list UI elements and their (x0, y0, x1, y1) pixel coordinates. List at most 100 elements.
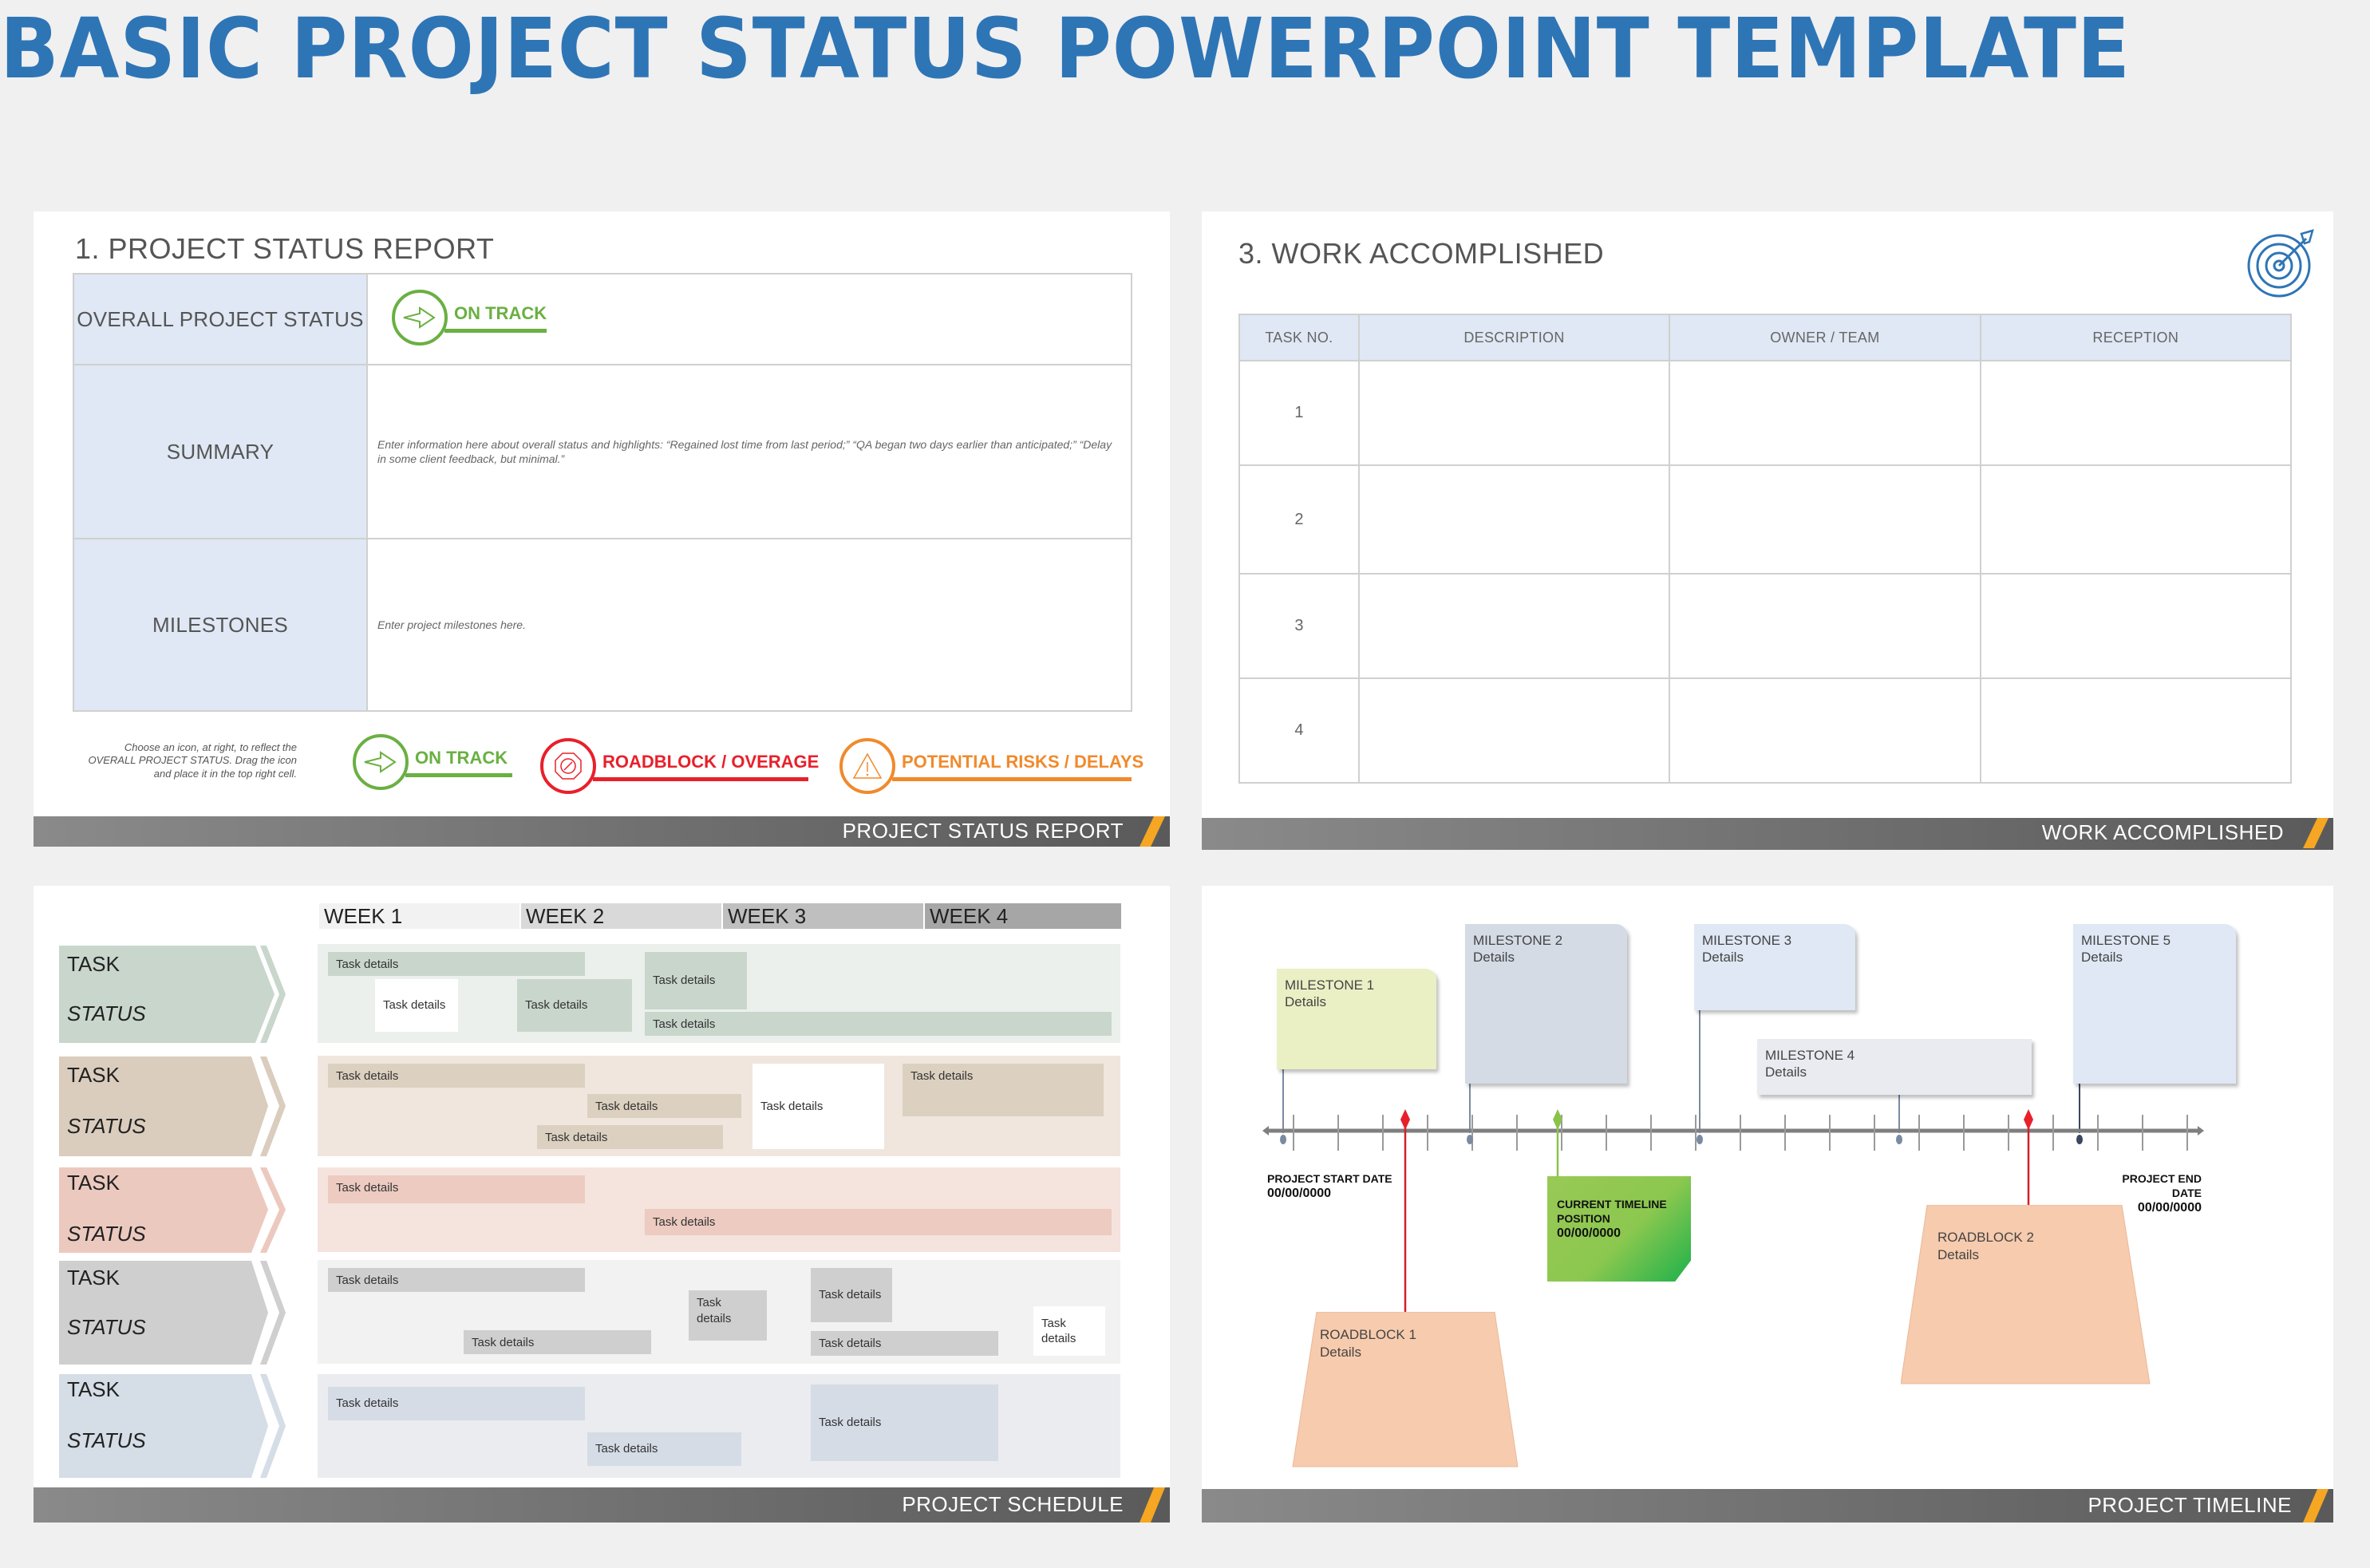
slide-footer: WORK ACCOMPLISHED (1202, 818, 2333, 850)
target-icon (2247, 229, 2314, 298)
task-bar[interactable]: Task details (811, 1268, 892, 1322)
week-header-1: WEEK 1 (319, 903, 519, 929)
cell-task-no[interactable]: 1 (1238, 360, 1360, 466)
status-option-roadblock[interactable]: ROADBLOCK / OVERAGE (540, 738, 819, 794)
cell-owner-team[interactable] (1669, 573, 1981, 679)
table-row: 2 (1238, 464, 2293, 575)
cell-reception[interactable] (1979, 573, 2293, 679)
footer-accent-slash (1140, 1487, 1165, 1523)
footer-label: WORK ACCOMPLISHED (2041, 820, 2284, 844)
slide-footer: PROJECT SCHEDULE (34, 1487, 1170, 1523)
task-bar[interactable]: Task details (645, 1209, 1112, 1235)
cell-reception[interactable] (1979, 677, 2293, 784)
status-option-on-track[interactable]: ON TRACK (353, 734, 512, 790)
row-summary: SUMMARY Enter information here about ove… (74, 365, 1131, 539)
cell-description[interactable] (1357, 573, 1671, 679)
roadblock-card[interactable]: ROADBLOCK 2 Details (1901, 1205, 2156, 1387)
task-bar[interactable]: Task details (903, 1064, 1104, 1116)
arrow-right-icon (353, 734, 409, 790)
milestone-card[interactable]: MILESTONE 4 Details (1757, 1039, 2032, 1095)
status-option-risks[interactable]: POTENTIAL RISKS / DELAYS (839, 738, 1144, 794)
footer-label: PROJECT TIMELINE (2088, 1493, 2292, 1517)
milestone-card[interactable]: MILESTONE 2 Details (1465, 924, 1627, 1084)
table-header-row: TASK NO. DESCRIPTION OWNER / TEAM RECEPT… (1238, 314, 2293, 361)
column-header-description: DESCRIPTION (1357, 314, 1671, 361)
lane-row: Task details Task details (318, 1167, 1120, 1252)
end-label-line2: DATE (2171, 1187, 2202, 1200)
cell-description[interactable] (1357, 677, 1671, 784)
task-bar[interactable]: Task details (328, 1175, 585, 1203)
cell-owner-team[interactable] (1669, 677, 1981, 784)
task-bar[interactable]: Task details (328, 1268, 585, 1292)
roadblock-card[interactable]: ROADBLOCK 1 Details (1290, 1312, 1521, 1470)
cell-reception[interactable] (1979, 360, 2293, 466)
table-row: 4 (1238, 677, 2293, 784)
status-table: OVERALL PROJECT STATUS ON TRACK SUMMARY … (73, 273, 1132, 712)
chevron-right-icon (251, 1261, 286, 1365)
task-bar[interactable]: Task details (811, 1331, 998, 1356)
cell-task-no[interactable]: 2 (1238, 464, 1360, 575)
task-bar[interactable]: Task details (645, 952, 747, 1009)
lane-tab: TASK STATUS (59, 1374, 290, 1478)
page-title: BASIC PROJECT STATUS POWERPOINT TEMPLATE (0, 0, 2131, 97)
warning-triangle-icon (839, 738, 895, 794)
cell-reception[interactable] (1979, 464, 2293, 575)
chevron-right-icon (251, 1057, 286, 1156)
lane-row: Task details Task details Task details (318, 1374, 1120, 1478)
on-track-status-badge[interactable]: ON TRACK (392, 290, 547, 346)
lane-row: Task details Task details Task details T… (318, 1260, 1120, 1364)
slide-work-accomplished[interactable]: 3. WORK ACCOMPLISHED TASK NO. DESCRIPTIO… (1202, 211, 2333, 850)
slide-project-status-report[interactable]: 1. PROJECT STATUS REPORT OVERALL PROJECT… (34, 211, 1170, 847)
task-bar[interactable]: Task details (375, 979, 458, 1032)
task-bar[interactable]: Task details (328, 1064, 585, 1088)
lane-task-label: TASK (67, 952, 120, 976)
start-date[interactable]: 00/00/0000 (1267, 1186, 1392, 1203)
footer-accent-slash (1140, 816, 1165, 847)
milestone-card[interactable]: MILESTONE 3 Details (1694, 924, 1855, 1010)
task-bar[interactable]: Task details (752, 1064, 884, 1149)
task-bar[interactable]: Task details (328, 1387, 585, 1420)
milestones-text[interactable]: Enter project milestones here. (377, 539, 1121, 710)
lane-task-label: TASK (67, 1063, 120, 1087)
task-bar[interactable]: Task details (537, 1125, 723, 1149)
task-bar[interactable]: Task details (517, 979, 632, 1032)
cell-owner-team[interactable] (1669, 464, 1981, 575)
current-date[interactable]: 00/00/0000 (1557, 1226, 1667, 1242)
task-bar[interactable]: Task details (328, 952, 585, 976)
status-option-label: ON TRACK (405, 748, 512, 777)
current-position-card[interactable]: CURRENT TIMELINE POSITION 00/00/0000 (1547, 1176, 1691, 1282)
milestone-card[interactable]: MILESTONE 5 Details (2073, 924, 2236, 1084)
task-bar[interactable]: Task details (645, 1012, 1112, 1036)
row-milestones: MILESTONES Enter project milestones here… (74, 539, 1131, 710)
milestone-card[interactable]: MILESTONE 1 Details (1277, 969, 1436, 1069)
lane-status-label: STATUS (67, 1001, 146, 1025)
milestone-title: MILESTONE 3 (1702, 933, 1792, 948)
slide-project-timeline[interactable]: MILESTONE 1 Details MILESTONE 2 Details … (1202, 886, 2333, 1523)
milestone-title: MILESTONE 1 (1285, 978, 1375, 993)
lane-status-label: STATUS (67, 1315, 146, 1339)
slide-footer: PROJECT TIMELINE (1202, 1489, 2333, 1523)
lane-status-label: STATUS (67, 1114, 146, 1138)
summary-text[interactable]: Enter information here about overall sta… (377, 365, 1121, 538)
roadblock-title: ROADBLOCK 1 (1320, 1327, 1416, 1342)
task-bar[interactable]: Task details (1033, 1306, 1105, 1356)
footer-accent-slash (2303, 1489, 2329, 1523)
milestone-title: MILESTONE 4 (1765, 1048, 1855, 1063)
task-bar[interactable]: Task details (464, 1330, 651, 1354)
lane-tab: TASK STATUS (59, 1057, 290, 1156)
task-bar[interactable]: Task details (689, 1290, 767, 1341)
cell-task-no[interactable]: 4 (1238, 677, 1360, 784)
cell-description[interactable] (1357, 464, 1671, 575)
chevron-right-icon (251, 1167, 286, 1253)
cell-task-no[interactable]: 3 (1238, 573, 1360, 679)
week-header-3: WEEK 3 (723, 903, 923, 929)
task-bar[interactable]: Task details (811, 1384, 998, 1461)
cell-description[interactable] (1357, 360, 1671, 466)
chevron-right-icon (251, 946, 286, 1043)
milestone-details: Details (1702, 950, 1744, 966)
task-bar[interactable]: Task details (587, 1432, 741, 1466)
slide-project-schedule[interactable]: WEEK 1 WEEK 2 WEEK 3 WEEK 4 TASK STATUS … (34, 886, 1170, 1523)
task-bar[interactable]: Task details (587, 1094, 741, 1118)
footer-accent-slash (2303, 818, 2329, 848)
cell-owner-team[interactable] (1669, 360, 1981, 466)
